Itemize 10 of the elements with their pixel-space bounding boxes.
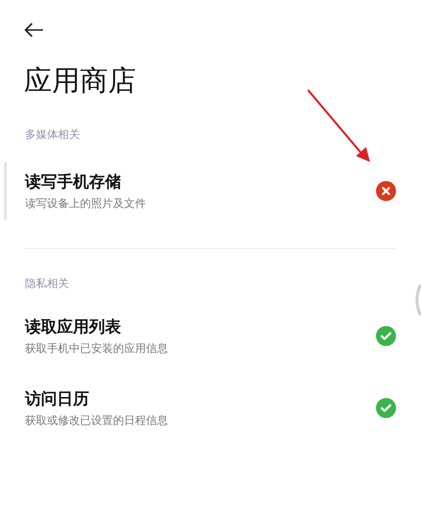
permission-title: 访问日历: [25, 388, 90, 410]
permission-title: 读取应用列表: [25, 316, 122, 338]
back-arrow-icon[interactable]: [24, 22, 44, 38]
permission-title: 读写手机存储: [25, 172, 122, 192]
section-label: 多媒体相关: [25, 127, 81, 143]
section-label: 隐私相关: [25, 276, 70, 292]
permission-description: 读写设备上的照片及文件: [25, 196, 146, 210]
permission-description: 获取手机中已安装的应用信息: [25, 340, 168, 356]
page-title: 应用商店: [24, 63, 136, 99]
permission-description: 获取或修改已设置的日程信息: [25, 412, 168, 428]
